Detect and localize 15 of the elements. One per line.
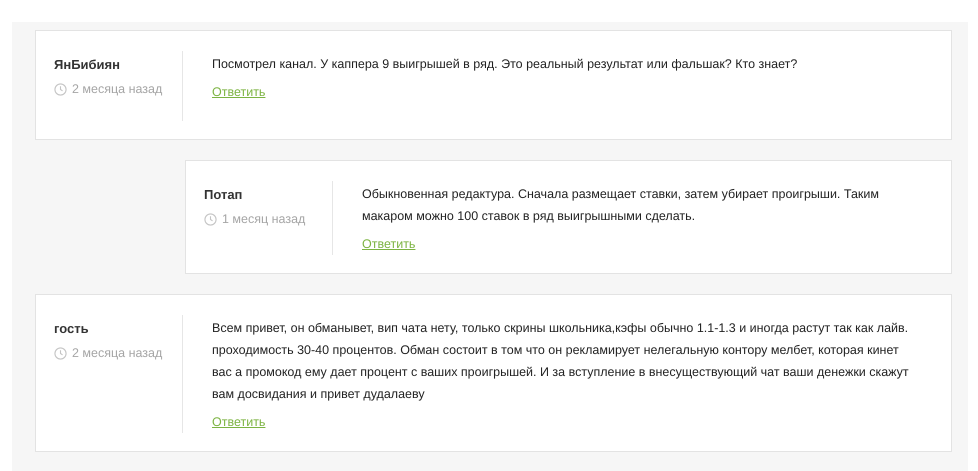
comment-time: 1 месяц назад [222, 212, 306, 226]
comment-author: ЯнБибиян [54, 57, 121, 72]
comment-author: Потап [204, 187, 244, 202]
clock-icon [54, 346, 67, 360]
comment-time: 2 месяца назад [72, 346, 162, 360]
clock-icon [204, 212, 217, 226]
comment-text: Посмотрел канал. У каппера 9 выигрышей в ряд. Это реальный результат или фальшак? Кто знает? [212, 56, 798, 73]
reply-link[interactable]: Ответить [212, 415, 266, 429]
clock-icon [54, 82, 67, 96]
reply-link[interactable]: Ответить [362, 237, 416, 251]
comment-text: Обыкновенная редактура. Сначала размещает ставки, затем убирает проигрыши. Таким макаром можно 100 ставок в ряд выигрышными сделать. [362, 186, 880, 225]
comment-text: Всем привет, он обманывет, вип чата нету, только скрины школьника,кэфы обычно 1.1-1.3 и иногда растут так как лайв. проходимость 30-40 процентов. Обман состоит в том что он рекламирует нелегальную контору мелбет, которая кинет вас а промокод ему дает процент с ваших проигрышей. И за вступление в внесуществующий чат ваши денежки скажут вам досвидания и привет дудалаеву [212, 320, 910, 403]
comment-time: 2 месяца назад [72, 82, 162, 96]
reply-link[interactable]: Ответить [212, 85, 266, 99]
comment-author: гость [54, 321, 90, 336]
